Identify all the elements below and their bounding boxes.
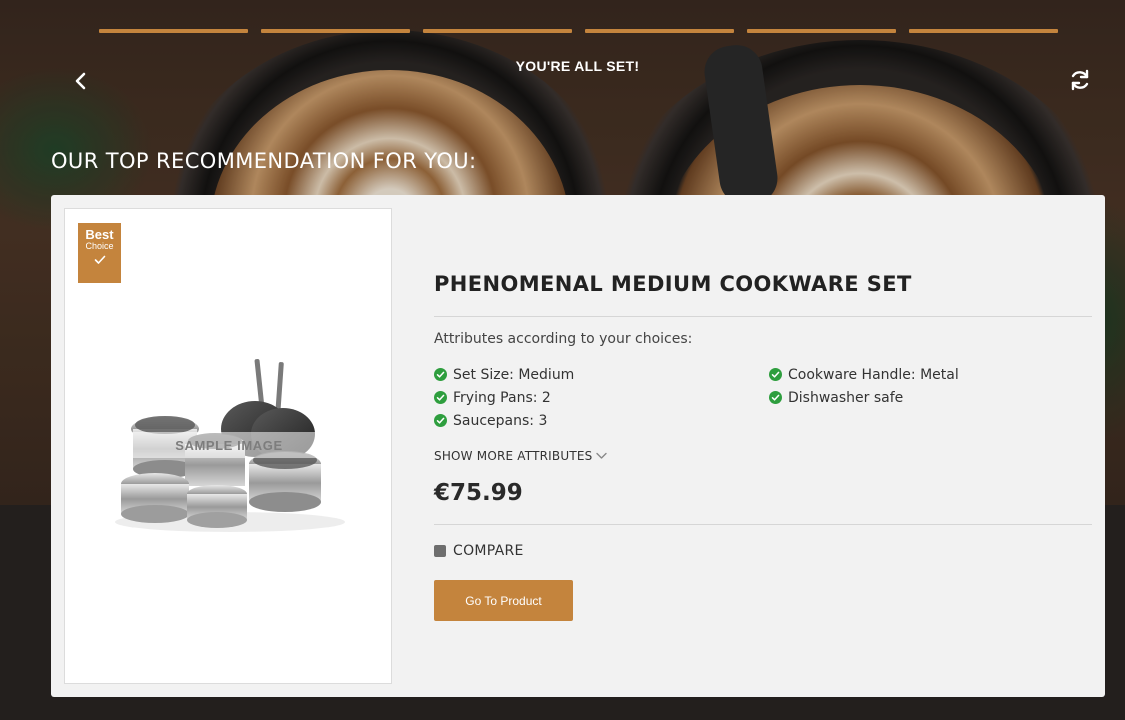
product-title: PHENOMENAL MEDIUM COOKWARE SET [434, 272, 912, 296]
chevron-left-icon [75, 72, 86, 90]
attribute-text: Cookware Handle: Metal [788, 366, 959, 383]
best-choice-badge: Best Choice [78, 223, 121, 283]
attribute-item: Frying Pans: 2 [434, 386, 574, 409]
divider [434, 316, 1092, 317]
show-more-label: SHOW MORE ATTRIBUTES [434, 449, 593, 463]
progress-step [99, 29, 248, 33]
progress-step [585, 29, 734, 33]
compare-label: COMPARE [453, 543, 524, 559]
check-circle-icon [769, 391, 782, 404]
check-circle-icon [769, 368, 782, 381]
progress-step [747, 29, 896, 33]
restart-button[interactable] [1068, 68, 1092, 92]
attribute-text: Dishwasher safe [788, 389, 904, 406]
attribute-text: Saucepans: 3 [453, 412, 548, 429]
attribute-text: Set Size: Medium [453, 366, 575, 383]
divider [434, 524, 1092, 525]
attributes-intro: Attributes according to your choices: [434, 331, 693, 347]
attribute-item: Set Size: Medium [434, 363, 574, 386]
check-circle-icon [434, 391, 447, 404]
badge-line1: Best [85, 227, 114, 242]
attribute-text: Frying Pans: 2 [453, 389, 551, 406]
refresh-icon [1071, 69, 1089, 91]
check-circle-icon [434, 414, 447, 427]
progress-step [909, 29, 1058, 33]
attributes-list-right: Cookware Handle: Metal Dishwasher safe [769, 363, 959, 409]
attribute-item: Cookware Handle: Metal [769, 363, 959, 386]
compare-checkbox-box[interactable] [434, 545, 446, 557]
product-price: €75.99 [434, 480, 523, 506]
badge-line2: Choice [85, 241, 114, 251]
attribute-item: Dishwasher safe [769, 386, 959, 409]
sample-image-label: SAMPLE IMAGE [175, 438, 283, 453]
back-button[interactable] [70, 70, 92, 92]
chevron-down-icon [596, 452, 608, 459]
progress-step [423, 29, 572, 33]
product-image-box: Best Choice SAMPLE IMAGE [64, 208, 392, 684]
compare-checkbox[interactable]: COMPARE [434, 543, 524, 559]
check-circle-icon [434, 368, 447, 381]
recommendation-card: Best Choice SAMPLE IMAGE PHENOMENAL MEDI… [51, 195, 1105, 697]
show-more-attributes-toggle[interactable]: SHOW MORE ATTRIBUTES [434, 449, 608, 463]
progress-step [261, 29, 410, 33]
progress-bar [99, 29, 1058, 33]
checkmark-icon [94, 255, 105, 264]
completion-status: YOU'RE ALL SET! [515, 58, 640, 74]
attribute-item: Saucepans: 3 [434, 409, 574, 432]
section-title: OUR TOP RECOMMENDATION FOR YOU: [51, 149, 477, 173]
attributes-list-left: Set Size: Medium Frying Pans: 2 Saucepans:… [434, 363, 574, 432]
go-to-product-button[interactable]: Go To Product [434, 580, 573, 621]
